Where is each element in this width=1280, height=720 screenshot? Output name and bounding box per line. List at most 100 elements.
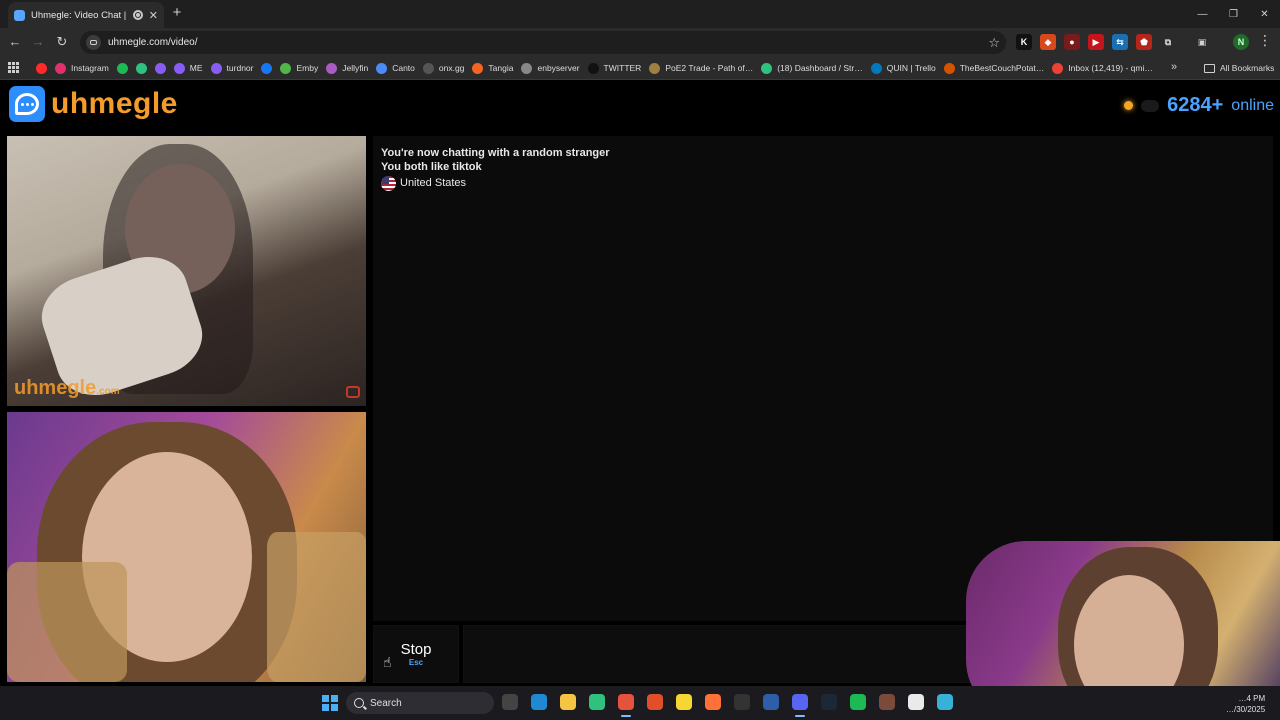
bookmark-item[interactable]: turdnor [210, 62, 254, 74]
bookmark-star-icon[interactable]: ☆ [988, 35, 1000, 51]
obs-icon[interactable] [734, 694, 750, 710]
address-bar[interactable]: uhmegle.com/video/ ☆ [80, 31, 1006, 54]
browser-tab[interactable]: Uhmegle: Video Chat | Ran… ✕ [8, 2, 164, 28]
new-tab-button[interactable]: + [168, 4, 186, 22]
bookmark-item[interactable] [116, 62, 128, 74]
bookmark-item[interactable] [36, 62, 47, 74]
bookmark-favicon-icon [472, 62, 484, 74]
side-panel-icon[interactable]: ▣ [1194, 34, 1210, 50]
bookmark-item[interactable]: Instagram [55, 62, 109, 74]
spotify-icon[interactable] [850, 694, 866, 710]
stop-shortcut: Esc [408, 657, 424, 667]
bookmark-label: Tangia [488, 63, 514, 73]
folder-icon [1204, 63, 1215, 73]
site-logo[interactable]: uhmegle [9, 86, 178, 122]
bookmark-item[interactable] [135, 62, 147, 74]
app-icon[interactable] [763, 694, 779, 710]
bookmarks-overflow-icon[interactable]: » [1171, 61, 1177, 73]
bookmark-favicon-icon [521, 62, 533, 74]
bookmark-favicon-icon [280, 62, 292, 74]
bookmark-item[interactable]: (18) Dashboard / Str… [761, 62, 863, 74]
close-window-button[interactable]: ✕ [1249, 0, 1280, 28]
screen: Uhmegle: Video Chat | Ran… ✕ + — ❐ ✕ ← →… [0, 0, 1280, 720]
bookmark-label: TWITTER [603, 63, 642, 73]
chrome-icon[interactable] [618, 694, 634, 717]
bookmark-favicon-icon [870, 62, 882, 74]
bookmark-item[interactable]: Tangia [472, 62, 514, 74]
profile-avatar[interactable]: N [1233, 34, 1249, 50]
discord-icon[interactable] [792, 694, 808, 717]
tab-strip: Uhmegle: Video Chat | Ran… ✕ + — ❐ ✕ [0, 0, 1280, 28]
tab-close-icon[interactable]: ✕ [149, 9, 158, 22]
restore-button[interactable]: ❐ [1218, 0, 1249, 28]
play-icon[interactable] [589, 694, 605, 710]
taskbar-search[interactable]: Search [346, 692, 494, 714]
github-icon[interactable] [502, 694, 518, 710]
extension-translate-icon[interactable]: ⇆ [1112, 34, 1128, 50]
url-text[interactable]: uhmegle.com/video/ [108, 37, 981, 48]
report-icon[interactable] [346, 386, 360, 398]
app-icon[interactable] [879, 694, 895, 710]
bookmark-favicon-icon [1052, 62, 1064, 74]
theme-toggle[interactable] [1141, 99, 1160, 112]
site-info-icon[interactable] [86, 35, 101, 50]
reload-icon[interactable]: ↻ [53, 33, 71, 51]
bookmark-item[interactable]: Jellyfin [326, 62, 369, 74]
self-video [7, 412, 366, 682]
extension-k-icon[interactable]: K [1016, 34, 1032, 50]
bookmark-item[interactable]: Inbox (12,419) - qmi… [1052, 62, 1153, 74]
bookmark-item[interactable]: onx.gg [422, 62, 465, 74]
extension-youtube-icon[interactable]: ▶ [1088, 34, 1104, 50]
capcut-icon[interactable] [908, 694, 924, 710]
all-bookmarks-button[interactable]: All Bookmarks [1204, 56, 1274, 80]
status-dot-icon [1124, 101, 1134, 110]
bookmark-item[interactable]: TheBestCouchPotat… [943, 62, 1044, 74]
tab-title: Uhmegle: Video Chat | Ran… [31, 9, 127, 21]
sticky-notes-icon[interactable] [676, 694, 692, 710]
bookmark-item[interactable] [154, 62, 166, 74]
bookmark-item[interactable]: PoE2 Trade - Path of… [649, 62, 754, 74]
steam-icon[interactable] [821, 694, 837, 710]
couch-left [7, 562, 127, 682]
bookmark-label: onx.gg [438, 63, 465, 73]
couch-right [267, 532, 366, 682]
online-indicator: 6284+ online [1124, 94, 1274, 117]
browser-menu-icon[interactable]: ⋮ [1258, 32, 1272, 49]
extension-shield-icon[interactable]: ⬟ [1136, 34, 1152, 50]
extension-badge-icon[interactable]: ● [1064, 34, 1080, 50]
firefox-icon[interactable] [705, 694, 721, 710]
forward-icon[interactable]: → [29, 33, 47, 51]
bookmark-item[interactable]: TWITTER [587, 62, 642, 74]
notepad-icon[interactable] [937, 694, 953, 710]
video-watermark: uhmegle.com [14, 377, 120, 399]
bookmark-label: PoE2 Trade - Path of… [665, 63, 754, 73]
extensions-puzzle-icon[interactable]: ⧉ [1160, 34, 1176, 50]
bookmark-label: Instagram [71, 63, 109, 73]
bookmark-item[interactable]: Emby [280, 62, 318, 74]
file-explorer-icon[interactable] [560, 694, 576, 710]
bookmark-favicon-icon [761, 62, 773, 74]
hand-cursor-icon: ☝ [383, 654, 392, 670]
back-icon[interactable]: ← [6, 33, 24, 51]
bookmark-item[interactable]: ME [173, 62, 203, 74]
bookmark-label: turdnor [226, 63, 254, 73]
country-label: United States [400, 177, 467, 189]
bookmark-label: Jellyfin [342, 63, 369, 73]
apps-grid-icon[interactable] [8, 62, 19, 73]
window-controls: — ❐ ✕ [1187, 0, 1280, 28]
windows-start-icon[interactable] [322, 695, 338, 711]
edge-icon[interactable] [531, 694, 547, 710]
bookmark-item[interactable]: Canto [376, 62, 415, 74]
extension-fox-icon[interactable]: ◆ [1040, 34, 1056, 50]
system-message: You both like tiktok [381, 161, 482, 173]
extensions-row: K ◆ ● ▶ ⇆ ⬟ ⧉ ▣ [1016, 34, 1210, 50]
game-icon[interactable] [647, 694, 663, 710]
bookmark-item[interactable]: QUIN | Trello [870, 62, 936, 74]
tab-recording-icon[interactable] [132, 10, 143, 20]
minimize-button[interactable]: — [1187, 0, 1218, 28]
all-bookmarks-label: All Bookmarks [1220, 63, 1275, 73]
bookmark-favicon-icon [116, 62, 128, 74]
bookmark-item[interactable] [261, 62, 273, 74]
bookmark-item[interactable]: enbyserver [521, 62, 580, 74]
system-clock[interactable]: …4 PM …/30/2025 [1226, 693, 1265, 715]
